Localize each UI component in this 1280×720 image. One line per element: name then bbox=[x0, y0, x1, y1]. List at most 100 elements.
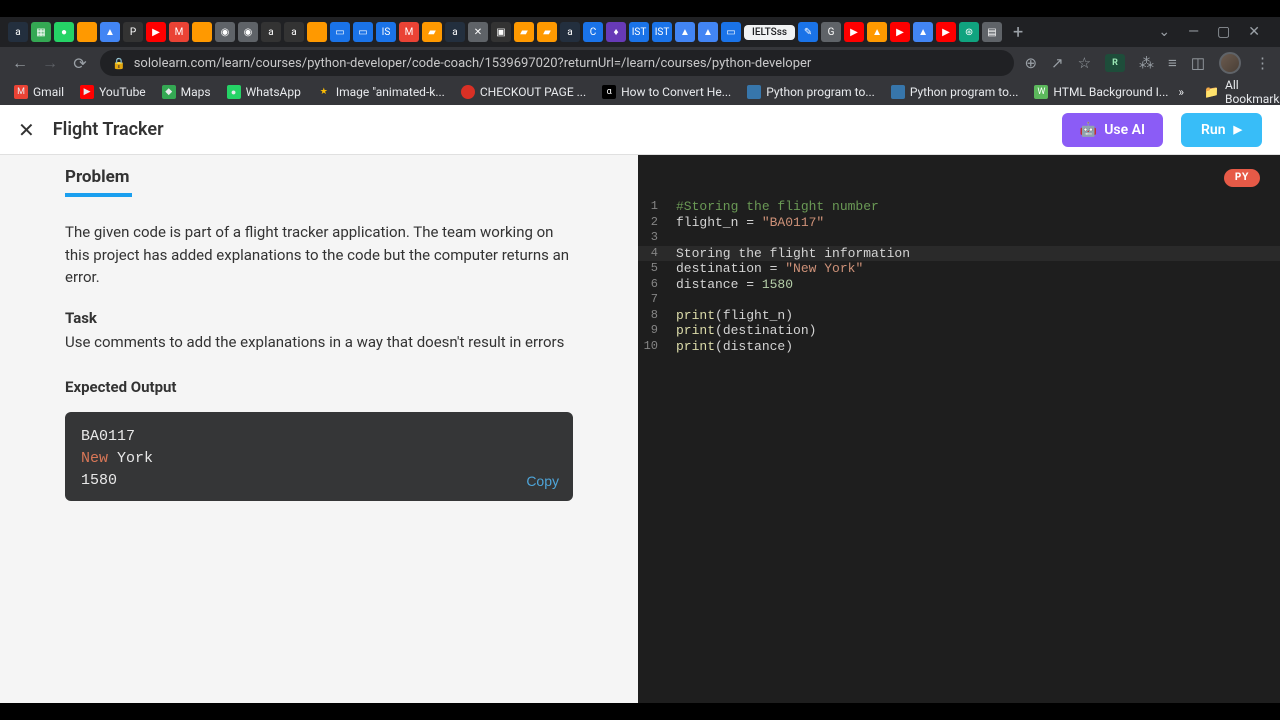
tab-favicon[interactable]: ▭ bbox=[721, 22, 741, 42]
tab-favicon[interactable]: a bbox=[560, 22, 580, 42]
bookmark-python1[interactable]: Python program to... bbox=[741, 82, 881, 102]
tab-favicon[interactable]: ▲ bbox=[100, 22, 120, 42]
tab-favicon[interactable] bbox=[192, 22, 212, 42]
tab-favicon[interactable]: ◉ bbox=[238, 22, 258, 42]
code-line[interactable]: 10print(distance) bbox=[638, 339, 1280, 355]
tab-favicon[interactable]: G bbox=[821, 22, 841, 42]
reading-list-icon[interactable]: ≡ bbox=[1168, 54, 1177, 72]
bookmark-python2[interactable]: Python program to... bbox=[885, 82, 1025, 102]
tab-favicon[interactable]: a bbox=[445, 22, 465, 42]
zoom-icon[interactable]: ⊕ bbox=[1024, 54, 1037, 72]
tab-problem[interactable]: Problem bbox=[65, 167, 130, 197]
line-number: 8 bbox=[638, 308, 676, 324]
new-tab-button[interactable]: + bbox=[1013, 22, 1023, 43]
tab-favicon[interactable]: C bbox=[583, 22, 603, 42]
minimize-button[interactable]: — bbox=[1188, 24, 1199, 40]
code-line[interactable]: 9print(destination) bbox=[638, 323, 1280, 339]
bookmark-whatsapp[interactable]: ●WhatsApp bbox=[221, 82, 307, 102]
tab-favicon[interactable]: ▶ bbox=[936, 22, 956, 42]
extensions-icon[interactable]: ⁂ bbox=[1139, 54, 1154, 72]
tab-favicon[interactable]: ▦ bbox=[31, 22, 51, 42]
window-close-button[interactable]: ✕ bbox=[1248, 24, 1260, 40]
bookmark-youtube[interactable]: ▶YouTube bbox=[74, 82, 152, 102]
close-icon[interactable]: ✕ bbox=[18, 118, 35, 142]
copy-button[interactable]: Copy bbox=[526, 471, 559, 491]
bookmark-html[interactable]: WHTML Background I... bbox=[1028, 82, 1174, 102]
all-bookmarks-button[interactable]: All Bookmarks bbox=[1225, 78, 1280, 106]
tab-favicon[interactable]: ▭ bbox=[353, 22, 373, 42]
code-line[interactable]: 6distance = 1580 bbox=[638, 277, 1280, 293]
tab-favicon[interactable]: M bbox=[399, 22, 419, 42]
tab-favicon[interactable]: ● bbox=[54, 22, 74, 42]
tab-favicon[interactable]: ▲ bbox=[698, 22, 718, 42]
line-number: 3 bbox=[638, 230, 676, 246]
tab-favicon[interactable]: M bbox=[169, 22, 189, 42]
tab-favicon[interactable]: a bbox=[261, 22, 281, 42]
maps-icon: ◆ bbox=[162, 85, 176, 99]
extension-icon[interactable]: R bbox=[1105, 54, 1125, 72]
reload-button[interactable]: ⟳ bbox=[70, 54, 90, 73]
tab-favicon[interactable]: ✕ bbox=[468, 22, 488, 42]
tab-favicon[interactable]: ▰ bbox=[422, 22, 442, 42]
bookmark-gmail[interactable]: MGmail bbox=[8, 82, 70, 102]
tab-favicon[interactable]: ◉ bbox=[215, 22, 235, 42]
menu-icon[interactable]: ⋮ bbox=[1255, 54, 1270, 72]
bookmark-checkout[interactable]: CHECKOUT PAGE ... bbox=[455, 82, 592, 102]
task-heading: Task bbox=[65, 307, 573, 330]
bookmark-label: Python program to... bbox=[766, 85, 875, 99]
code-line[interactable]: 8print(flight_n) bbox=[638, 308, 1280, 324]
tab-favicon[interactable]: ▣ bbox=[491, 22, 511, 42]
tab-favicon[interactable]: IST bbox=[629, 22, 649, 42]
alpha-icon: α bbox=[602, 85, 616, 99]
bookmark-image[interactable]: ★Image "animated-k... bbox=[311, 82, 451, 102]
tab-favicon[interactable]: ▰ bbox=[537, 22, 557, 42]
url-text: sololearn.com/learn/courses/python-devel… bbox=[134, 56, 1003, 71]
folder-icon: 📁 bbox=[1204, 85, 1219, 99]
profile-avatar[interactable] bbox=[1219, 52, 1241, 74]
back-button[interactable]: ← bbox=[10, 53, 30, 73]
code-line[interactable]: 1#Storing the flight number bbox=[638, 199, 1280, 215]
tab-favicon[interactable]: IS bbox=[376, 22, 396, 42]
tab-favicon[interactable]: ✎ bbox=[798, 22, 818, 42]
url-input[interactable]: 🔒 sololearn.com/learn/courses/python-dev… bbox=[100, 50, 1014, 76]
bookmark-star-icon[interactable]: ☆ bbox=[1078, 54, 1091, 72]
tab-favicon[interactable]: a bbox=[284, 22, 304, 42]
maximize-button[interactable]: ▢ bbox=[1217, 24, 1230, 40]
letterbox-top bbox=[0, 0, 1280, 17]
tab-favicon[interactable] bbox=[307, 22, 327, 42]
code-editor[interactable]: PY 1#Storing the flight number2flight_n … bbox=[638, 155, 1280, 703]
side-panel-icon[interactable]: ◫ bbox=[1191, 54, 1205, 72]
tab-overflow-icon[interactable]: ⌄ bbox=[1158, 24, 1170, 40]
share-icon[interactable]: ↗ bbox=[1051, 54, 1064, 72]
code-line[interactable]: 3 bbox=[638, 230, 1280, 246]
tabs: Problem bbox=[0, 155, 638, 197]
tab-favicon[interactable]: ▶ bbox=[844, 22, 864, 42]
code-line[interactable]: 4Storing the flight information bbox=[638, 246, 1280, 262]
tab-favicon[interactable]: ▲ bbox=[675, 22, 695, 42]
tab-favicon[interactable]: ⊛ bbox=[959, 22, 979, 42]
tab-favicon[interactable]: ▲ bbox=[867, 22, 887, 42]
code-line[interactable]: 2flight_n = "BA0117" bbox=[638, 215, 1280, 231]
tab-favicon[interactable]: ▶ bbox=[146, 22, 166, 42]
tab-favicon[interactable]: ▶ bbox=[890, 22, 910, 42]
letterbox-bottom bbox=[0, 703, 1280, 720]
bookmark-overflow-button[interactable]: » bbox=[1178, 85, 1184, 99]
bookmark-convert[interactable]: αHow to Convert He... bbox=[596, 82, 737, 102]
tab-favicon[interactable]: ▰ bbox=[514, 22, 534, 42]
tab-favicon[interactable]: IST bbox=[652, 22, 672, 42]
use-ai-button[interactable]: 🤖 Use AI bbox=[1062, 113, 1163, 147]
tab-favicon[interactable]: P bbox=[123, 22, 143, 42]
active-tab[interactable]: IELTSss bbox=[744, 25, 795, 40]
tab-favicon[interactable]: ▲ bbox=[913, 22, 933, 42]
forward-button[interactable]: → bbox=[40, 53, 60, 73]
tab-favicon[interactable]: ▭ bbox=[330, 22, 350, 42]
bookmark-label: WhatsApp bbox=[246, 85, 301, 99]
tab-favicon[interactable]: ▤ bbox=[982, 22, 1002, 42]
run-button[interactable]: Run ▶ bbox=[1181, 113, 1262, 147]
bookmark-maps[interactable]: ◆Maps bbox=[156, 82, 217, 102]
tab-favicon[interactable] bbox=[77, 22, 97, 42]
tab-favicon[interactable]: a bbox=[8, 22, 28, 42]
code-line[interactable]: 7 bbox=[638, 292, 1280, 308]
tab-favicon[interactable]: ♦ bbox=[606, 22, 626, 42]
code-line[interactable]: 5destination = "New York" bbox=[638, 261, 1280, 277]
